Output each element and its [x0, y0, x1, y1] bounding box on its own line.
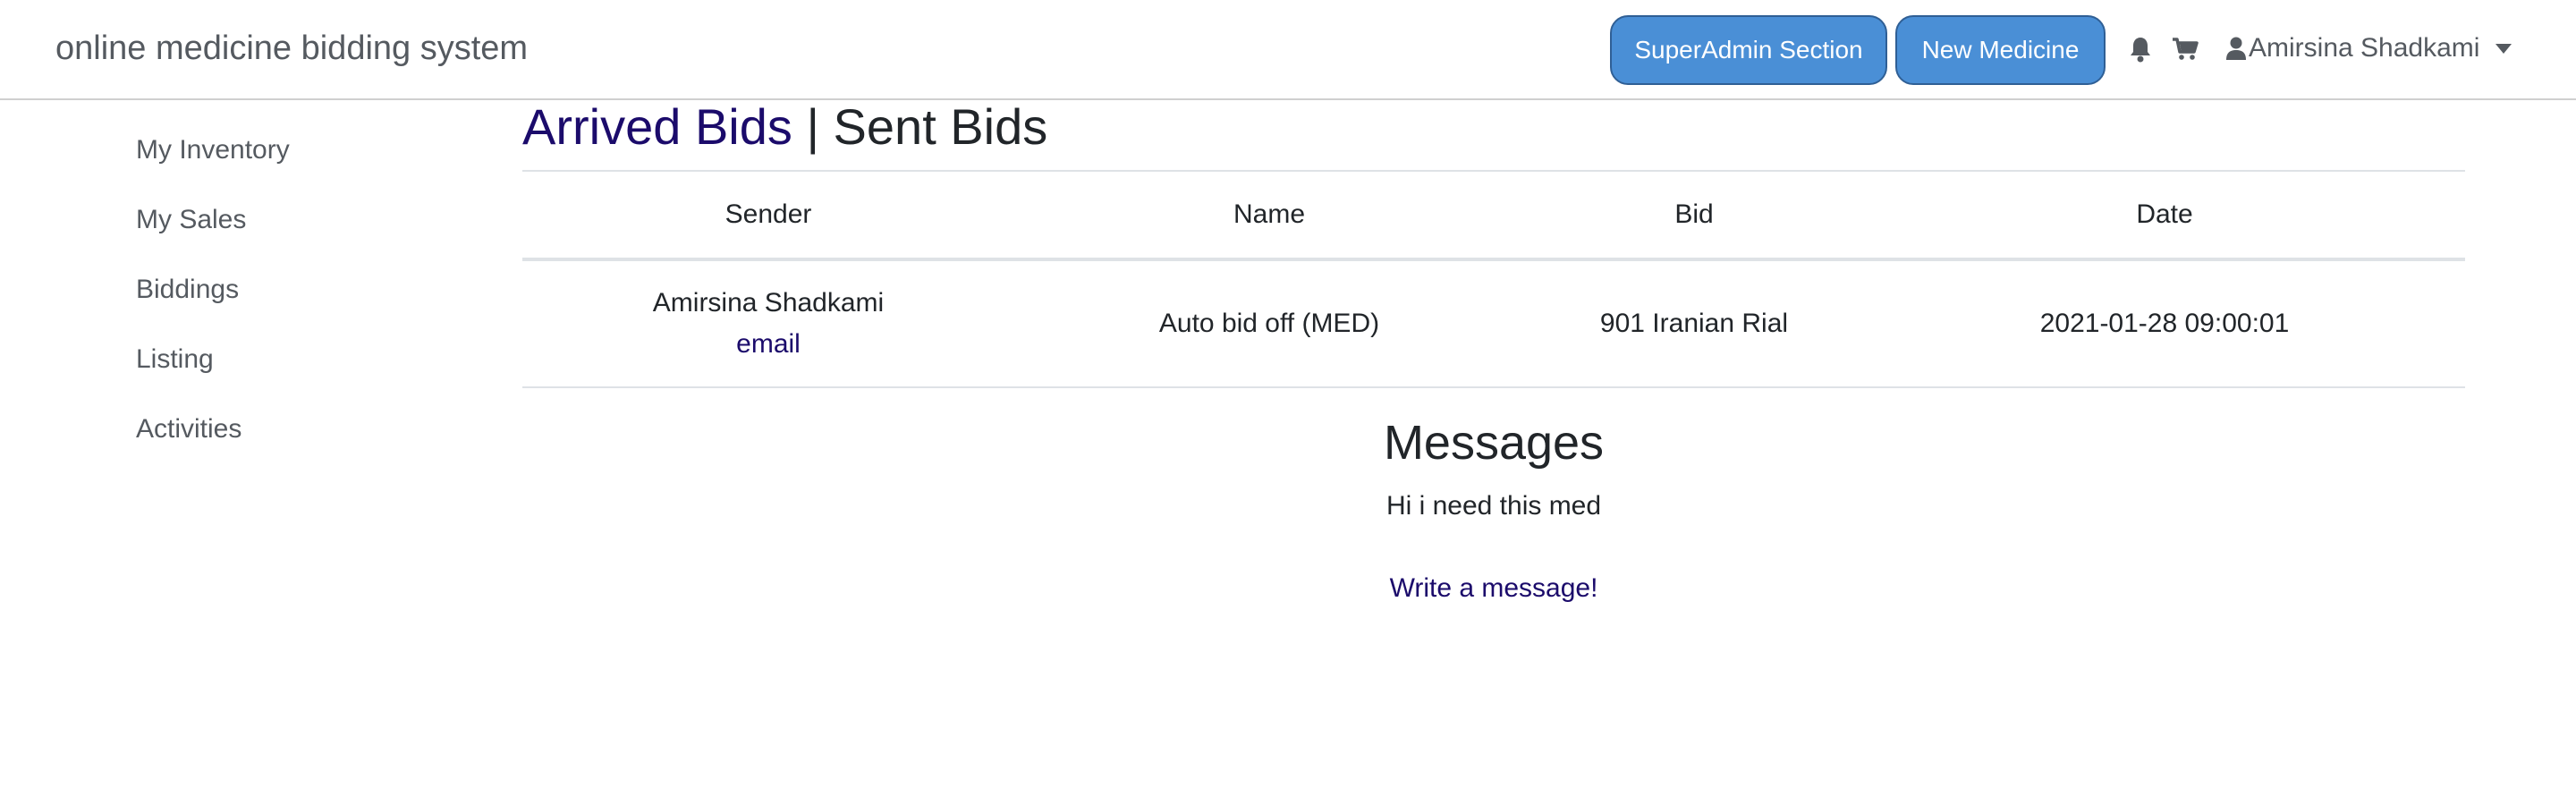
- messages-title: Messages: [1383, 416, 1605, 470]
- user-menu-dropdown[interactable]: Amirsina Shadkami: [2225, 27, 2512, 70]
- bell-icon[interactable]: [2127, 34, 2154, 64]
- superadmin-section-button[interactable]: SuperAdmin Section: [1610, 15, 1887, 85]
- sender-name: Amirsina Shadkami: [652, 288, 885, 318]
- bids-table: Sender Name Bid Date Amirsina Shadkami e…: [522, 170, 2465, 388]
- bid-amount-cell: 901 Iranian Rial: [1524, 259, 1864, 388]
- sidebar-item-my-inventory[interactable]: My Inventory: [136, 125, 476, 195]
- user-icon: [2225, 35, 2247, 62]
- sidebar-item-listing[interactable]: Listing: [136, 335, 476, 404]
- column-header-name: Name: [1014, 170, 1524, 261]
- sidebar-item-my-sales[interactable]: My Sales: [136, 195, 476, 265]
- sent-bids-link[interactable]: Sent Bids: [834, 98, 1048, 155]
- sidebar-item-biddings[interactable]: Biddings: [136, 265, 476, 335]
- arrived-bids-link[interactable]: Arrived Bids: [522, 98, 792, 155]
- chevron-down-icon: [2496, 43, 2512, 54]
- column-header-sender: Sender: [522, 170, 1014, 261]
- column-header-date: Date: [1864, 170, 2465, 261]
- message-item: Hi i need this med: [1385, 491, 1602, 521]
- medicine-name-cell: Auto bid off (MED): [1014, 259, 1524, 388]
- user-name: Amirsina Shadkami: [2249, 33, 2480, 63]
- brand-title[interactable]: online medicine bidding system: [55, 27, 528, 70]
- sender-cell: Amirsina Shadkami email: [522, 259, 1014, 388]
- sender-email-link[interactable]: email: [522, 324, 1014, 365]
- sidebar-item-activities[interactable]: Activities: [136, 404, 476, 474]
- table-row: Amirsina Shadkami email Auto bid off (ME…: [522, 259, 2465, 388]
- messages-section: Messages Hi i need this med Write a mess…: [522, 399, 2465, 606]
- write-message-link[interactable]: Write a message!: [1390, 571, 1598, 606]
- top-navbar: online medicine bidding system SuperAdmi…: [0, 0, 2576, 100]
- table-header-row: Sender Name Bid Date: [522, 170, 2465, 261]
- new-medicine-button[interactable]: New Medicine: [1895, 15, 2106, 85]
- cart-icon[interactable]: [2172, 34, 2199, 64]
- sidebar: My Inventory My Sales Biddings Listing A…: [136, 125, 476, 474]
- title-separator: |: [806, 98, 819, 155]
- column-header-bid: Bid: [1524, 170, 1864, 261]
- page-title: Arrived Bids | Sent Bids: [522, 100, 1047, 154]
- bid-date-cell: 2021-01-28 09:00:01: [1864, 259, 2465, 388]
